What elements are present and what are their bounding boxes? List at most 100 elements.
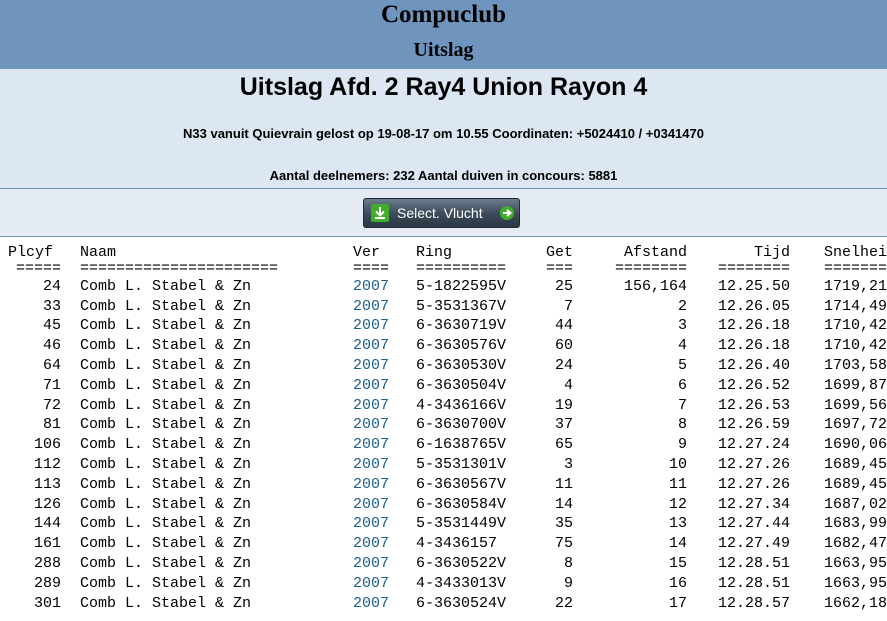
cell-place: 288 [33,554,61,572]
cell-speed: 1662,182 [823,594,887,612]
cell-place: 45 [42,317,61,335]
club-link[interactable]: 2007 [353,416,389,433]
cell-ring: 4-3436166V [416,396,507,414]
race-details: N33 vanuit Quievrain gelost op 19-08-17 … [183,126,704,141]
table-row: 71 Comb L. Stabel & Zn 2007 6-3630504V 4 6 12.… [8,376,887,396]
cell-speed: 1682,478 [823,535,887,553]
cell-entered: 37 [554,416,573,434]
cell-speed: 1703,585 [823,356,887,374]
club-link[interactable]: 2007 [353,357,389,374]
cell-speed: 1689,455 [823,455,887,473]
club-link[interactable]: 2007 [353,515,389,532]
club-link[interactable]: 2007 [353,595,389,612]
cell-club-link: 2007 [332,554,395,574]
header-distance: Afstand [623,244,687,261]
cell-name: Comb L. Stabel & Zn [80,515,252,533]
cell-name: Comb L. Stabel & Zn [80,317,252,335]
cell-name: Comb L. Stabel & Zn [80,396,252,414]
separator: ======== [614,262,687,277]
club-link[interactable]: 2007 [353,456,389,473]
cell-place: 126 [33,495,61,513]
cell-ring: 4-3436157 [416,535,498,553]
cell-distance: 4 [677,337,687,355]
table-row: 301 Comb L. Stabel & Zn 2007 6-3630524V 22 17… [8,594,887,614]
cell-entered: 22 [554,594,573,612]
cell-ring: 6-1638765V [416,436,507,454]
header-place: Plcyf [8,244,54,261]
table-body: 24 Comb L. Stabel & Zn 2007 5-1822595V 25 156… [8,277,887,614]
cell-entered: 75 [554,535,573,553]
cell-name: Comb L. Stabel & Zn [80,535,252,553]
separator: ========== [416,262,507,277]
select-flight-button[interactable]: Select. Vlucht [363,198,520,228]
cell-ring: 6-3630530V [416,356,507,374]
club-link[interactable]: 2007 [353,535,389,552]
site-title: Compuclub [380,1,507,28]
cell-entered: 9 [563,574,573,592]
cell-club-link: 2007 [332,534,395,554]
club-link[interactable]: 2007 [353,496,389,513]
cell-time: 12.28.57 [717,594,790,612]
cell-club-link: 2007 [332,396,395,416]
cell-entered: 25 [554,277,573,295]
download-icon [371,204,389,222]
cell-club-link: 2007 [332,316,395,336]
club-link[interactable]: 2007 [353,436,389,453]
cell-place: 33 [42,297,61,315]
cell-place: 112 [33,455,61,473]
cell-distance: 156,164 [623,277,687,295]
cell-club-link: 2007 [332,514,395,534]
cell-place: 289 [33,574,61,592]
header-speed: Snelheid [823,244,887,261]
cell-time: 12.26.59 [717,416,790,434]
separator: ====================== [80,262,279,277]
table-row: 126 Comb L. Stabel & Zn 2007 6-3630584V 14 12… [8,495,887,515]
cell-ring: 6-3630567V [416,475,507,493]
cell-distance: 5 [677,356,687,374]
separator: ======== [823,262,887,277]
cell-ring: 6-3630584V [416,495,507,513]
cell-speed: 1689,455 [823,475,887,493]
cell-entered: 7 [563,297,573,315]
cell-distance: 13 [668,515,687,533]
cell-name: Comb L. Stabel & Zn [80,436,252,454]
cell-time: 12.27.26 [717,475,790,493]
separator: ==== [353,262,390,277]
cell-entered: 11 [554,475,573,493]
header-time: Tijd [753,244,790,261]
club-link[interactable]: 2007 [353,317,389,334]
cell-ring: 6-3630524V [416,594,507,612]
cell-entered: 60 [554,337,573,355]
club-link[interactable]: 2007 [353,337,389,354]
cell-place: 64 [42,356,61,374]
cell-ring: 6-3630700V [416,416,507,434]
table-row: 112 Comb L. Stabel & Zn 2007 5-3531301V 3 10 1… [8,455,887,475]
cell-club-link: 2007 [332,277,395,297]
cell-time: 12.26.40 [717,356,790,374]
cell-speed: 1699,568 [823,396,887,414]
cell-time: 12.27.44 [717,515,790,533]
cell-name: Comb L. Stabel & Zn [80,277,252,295]
club-link[interactable]: 2007 [353,397,389,414]
club-link[interactable]: 2007 [353,555,389,572]
separator: === [545,262,573,277]
cell-speed: 1697,720 [823,416,887,434]
cell-name: Comb L. Stabel & Zn [80,416,252,434]
cell-club-link: 2007 [332,435,395,455]
cell-time: 12.26.52 [717,376,790,394]
cell-distance: 14 [668,535,687,553]
cell-distance: 6 [677,376,687,394]
table-row: 113 Comb L. Stabel & Zn 2007 6-3630567V 11 11… [8,475,887,495]
cell-speed: 1699,876 [823,376,887,394]
club-link[interactable]: 2007 [353,278,389,295]
separator: ===== [15,262,61,277]
club-link[interactable]: 2007 [353,476,389,493]
club-link[interactable]: 2007 [353,298,389,315]
club-link[interactable]: 2007 [353,575,389,592]
cell-name: Comb L. Stabel & Zn [80,594,252,612]
cell-entered: 14 [554,495,573,513]
cell-distance: 7 [677,396,687,414]
club-link[interactable]: 2007 [353,377,389,394]
site-subtitle: Uitslag [413,39,474,61]
cell-ring: 6-3630719V [416,317,507,335]
